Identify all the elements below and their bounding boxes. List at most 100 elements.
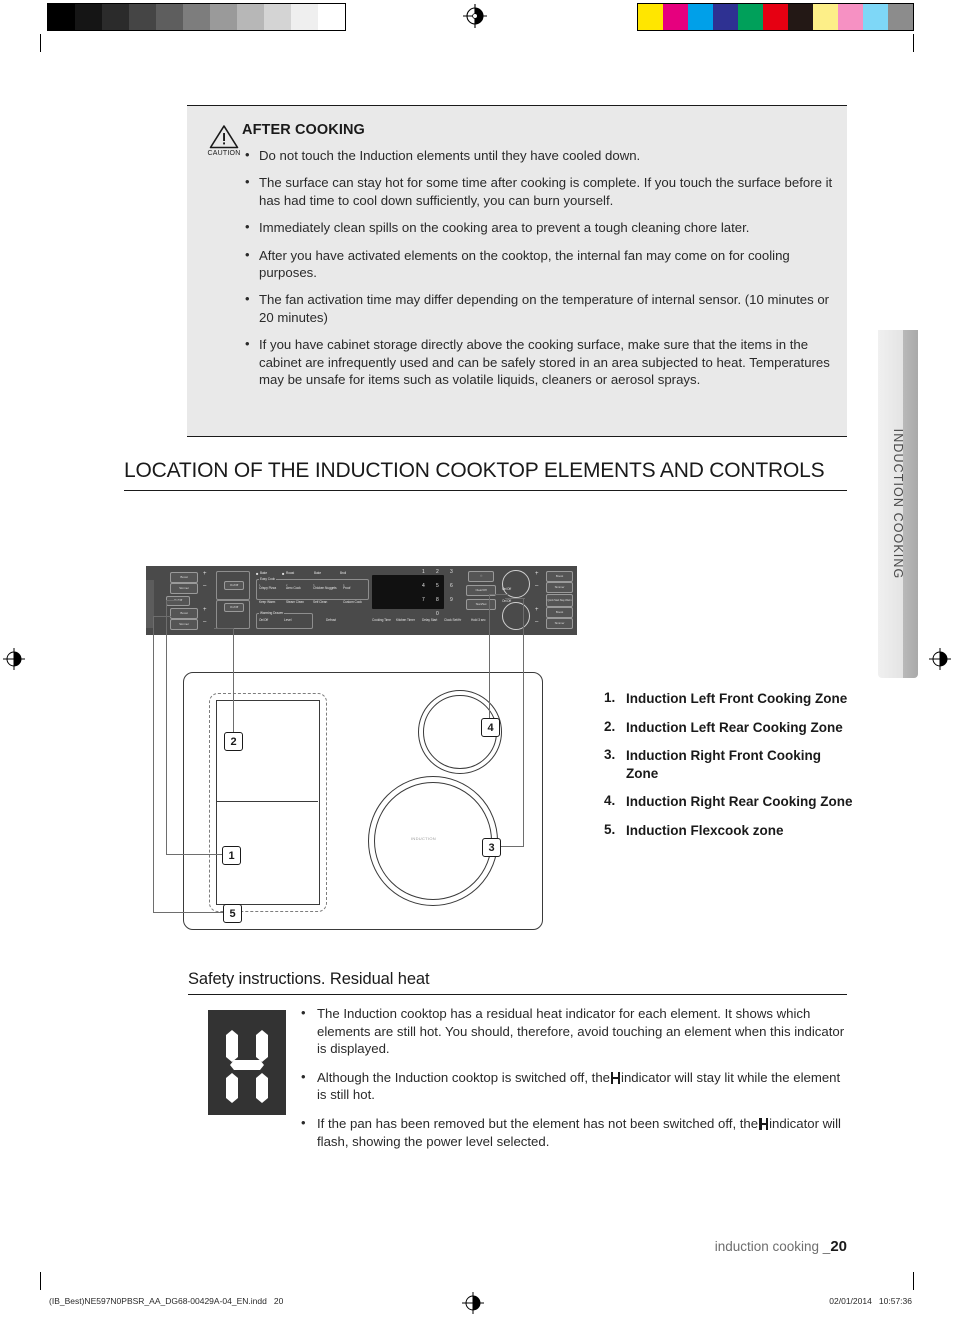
caution-bullet-3: Immediately clean spills on the cooking … [242, 218, 835, 236]
crop-mark-bottom-right [913, 1272, 914, 1290]
leader-1-vertical [166, 600, 168, 855]
color-patch-8 [838, 4, 863, 30]
color-patch-3 [713, 4, 738, 30]
cp-key-5: 5 [436, 583, 439, 589]
cp-flex-lower-onoff: On/Off [224, 603, 244, 612]
leader-5-top [153, 616, 171, 618]
zone-label-2: Induction Left Rear Cooking Zone [626, 719, 843, 735]
color-patch-5 [763, 4, 788, 30]
cp-key-3: 3 [450, 569, 453, 575]
residual-bullet-2: Although the Induction cooktop is switch… [298, 1068, 847, 1104]
gray-patch-9 [291, 4, 318, 30]
cp-keep-warm: Keep Warm [259, 600, 276, 604]
gray-patch-0 [48, 4, 75, 30]
zone-list-item-4: 4. Induction Right Rear Cooking Zone [604, 793, 854, 811]
cp-easycook-chicken-nuggets: Chicken Nuggets [313, 586, 337, 590]
callout-2: 2 [224, 732, 243, 751]
gray-patch-7 [237, 4, 264, 30]
gray-patch-5 [183, 4, 210, 30]
page-number: 20 [830, 1238, 847, 1255]
cp-oven-bake: Bake [260, 571, 268, 575]
footer-label: induction cooking _ [714, 1239, 831, 1254]
color-patch-1 [663, 4, 688, 30]
cp-right-rear-simmer: Simmer [546, 582, 573, 593]
cp-key-0: 0 [436, 611, 439, 617]
print-filename: (IB_Best)NE597N0PBSR_AA_DG68-00429A-04_E… [49, 1296, 284, 1306]
leader-1-bottom [166, 854, 222, 856]
cp-clock-set: Clock Set/Hr [444, 618, 462, 622]
color-control-bar [637, 3, 914, 31]
heading-rule [124, 490, 847, 491]
gray-patch-1 [75, 4, 102, 30]
crop-mark-bottom-left [40, 1272, 41, 1290]
cp-right-rear-minus: – [535, 583, 539, 589]
leader-1-top [166, 600, 180, 602]
cp-quick-start: Quick Start Stay Warm [546, 594, 573, 607]
cp-left-front-plus: + [203, 607, 207, 613]
gray-patch-2 [102, 4, 129, 30]
grayscale-step-wedge [47, 3, 346, 31]
zone-number-3: 3. [604, 747, 616, 762]
caution-bullet-5: The fan activation time may differ depen… [242, 290, 835, 326]
cooking-zone-legend: 1. Induction Left Front Cooking Zone 2. Ind… [604, 690, 854, 850]
cp-delay-start: Delay Start [422, 618, 438, 622]
cp-left-rear-minus: – [203, 583, 207, 589]
page-footer: induction cooking _20 [0, 1238, 847, 1255]
color-patch-6 [788, 4, 813, 30]
cp-right-front-simmer: Simmer [546, 618, 573, 629]
subheading-rule [188, 994, 847, 995]
crop-mark-top-right [913, 34, 914, 52]
cp-flex-upper-onoff: On/Off [224, 581, 244, 590]
zone-list-item-3: 3. Induction Right Front Cooking Zone [604, 747, 854, 782]
cp-left-front-simmer: Simmer [170, 619, 198, 630]
cp-oven-roast: Roast [286, 571, 295, 575]
leader-3-vertical [523, 598, 525, 846]
registration-mark-left [3, 648, 25, 670]
zone-list-item-5: 5. Induction Flexcook zone [604, 822, 854, 840]
cooktop-brand-text: INDUCTION [411, 836, 436, 841]
print-timestamp: 02/01/2014 10:57:36 [829, 1296, 912, 1306]
caution-icon-caption: CAUTION [207, 150, 241, 157]
caution-bullet-6: If you have cabinet storage directly abo… [242, 335, 835, 388]
cp-custom-cook: Custom Cook [343, 600, 362, 604]
warning-triangle-icon: CAUTION [201, 124, 247, 157]
gray-patch-6 [210, 4, 237, 30]
callout-3: 3 [482, 838, 501, 857]
cp-warming-drawer-level: Level [284, 618, 292, 622]
residual-bullet-1: The Induction cooktop has a residual hea… [298, 1004, 847, 1058]
callout-1: 1 [222, 846, 241, 865]
cp-easycook-crispy-pizza: Crispy Pizza [259, 586, 277, 590]
residual-heat-heading: Safety instructions. Residual heat [188, 970, 430, 988]
leader-5-vertical [153, 616, 155, 913]
color-patch-7 [813, 4, 838, 30]
h-indicator-inline-icon-2 [759, 1117, 769, 1130]
crop-mark-top-left [40, 34, 41, 52]
page-title: LOCATION OF THE INDUCTION COOKTOP ELEMEN… [124, 459, 825, 482]
cp-kitchen-timer: Kitchen Timer [396, 618, 415, 622]
residual-heat-bullet-list: The Induction cooktop has a residual hea… [298, 1004, 847, 1150]
zone-label-1: Induction Left Front Cooking Zone [626, 691, 848, 706]
lock-icon: ☉ [468, 571, 494, 582]
caution-bullet-2: The surface can stay hot for some time a… [242, 173, 835, 209]
flexcook-divider [216, 801, 318, 802]
caution-bullet-1: Do not touch the Induction elements unti… [242, 146, 835, 164]
zone-label-3: Induction Right Front Cooking Zone [626, 748, 821, 781]
flexcook-inner-rect [216, 700, 320, 905]
zone-number-2: 2. [604, 718, 616, 734]
right-front-zone-inner [374, 782, 492, 900]
gray-patch-4 [156, 4, 183, 30]
color-patch-10 [888, 4, 913, 30]
cp-left-rear-plus: + [203, 571, 207, 577]
cp-lock-hold-label: Hold 3 sec [471, 618, 486, 622]
cp-key-9: 9 [450, 597, 453, 603]
cp-defrost: Defrost [326, 618, 336, 622]
cp-key-1: 1 [422, 569, 425, 575]
leader-4-vertical [489, 594, 491, 727]
zone-list-item-2: 2. Induction Left Rear Cooking Zone [604, 719, 854, 737]
zone-number-1: 1. [604, 690, 616, 705]
section-heading-block: LOCATION OF THE INDUCTION COOKTOP ELEMEN… [124, 458, 847, 491]
residual-bullet-2-text-a: Although the Induction cooktop is switch… [317, 1069, 611, 1085]
cp-lcd-display [372, 575, 444, 609]
cp-key-6: 6 [450, 583, 453, 589]
cp-right-front-onoff: On/Off [502, 599, 512, 603]
